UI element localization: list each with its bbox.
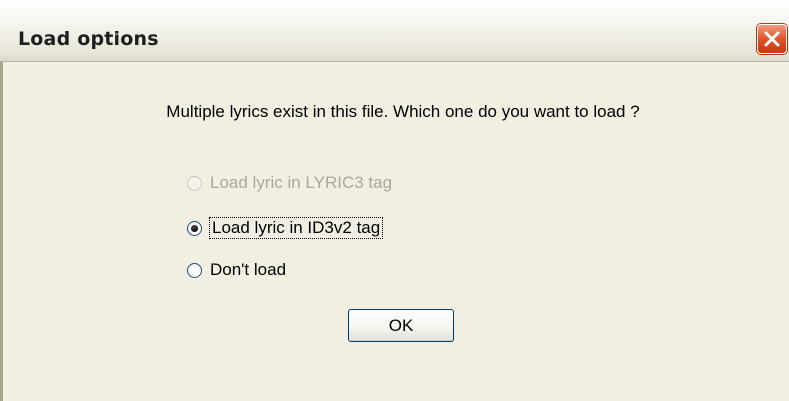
option-id3v2-label[interactable]: Load lyric in ID3v2 tag — [208, 217, 384, 239]
close-button[interactable] — [757, 24, 787, 54]
radio-selected-dot — [191, 224, 198, 232]
option-dont-load-label[interactable]: Don't load — [210, 260, 286, 280]
load-options-dialog: Load options Multiple lyrics exist in th… — [0, 0, 789, 401]
radio-dont-load[interactable] — [187, 262, 202, 278]
option-id3v2[interactable]: Load lyric in ID3v2 tag — [187, 217, 384, 239]
radio-id3v2[interactable] — [187, 220, 202, 236]
window-title: Load options — [18, 28, 159, 50]
title-bar[interactable]: Load options — [0, 0, 789, 62]
prompt-message: Multiple lyrics exist in this file. Whic… — [166, 102, 640, 121]
close-icon — [764, 31, 780, 47]
radio-lyric3 — [187, 175, 202, 191]
option-dont-load[interactable]: Don't load — [187, 259, 286, 281]
option-lyric3-label: Load lyric in LYRIC3 tag — [210, 173, 393, 192]
dialog-body: Multiple lyrics exist in this file. Whic… — [3, 62, 789, 401]
ok-button[interactable]: OK — [348, 309, 454, 342]
option-lyric3: Load lyric in LYRIC3 tag — [187, 172, 392, 194]
